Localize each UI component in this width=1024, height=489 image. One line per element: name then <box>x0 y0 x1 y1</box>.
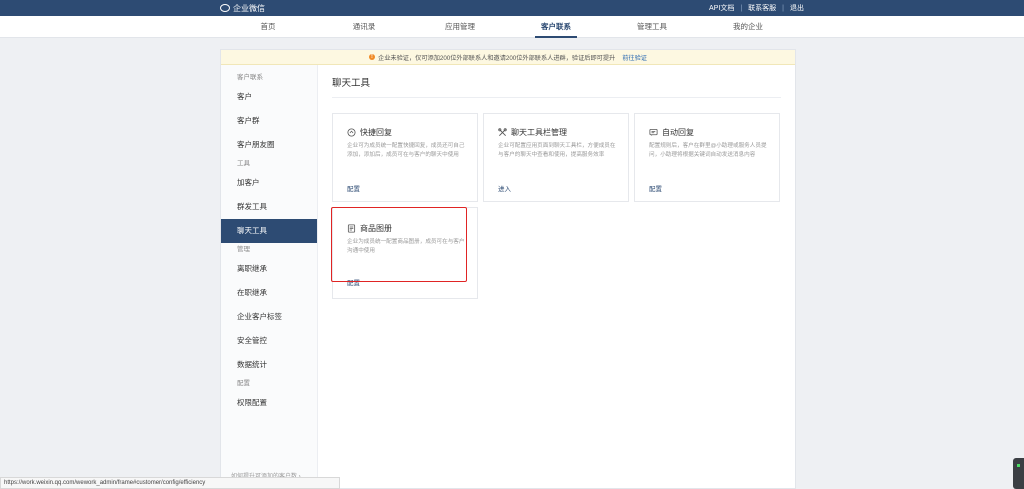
wecom-logo-icon <box>220 4 230 12</box>
sidebar-group-manage: 管理 <box>237 246 250 253</box>
tab-app-management[interactable]: 应用管理 <box>412 16 508 38</box>
tab-my-enterprise[interactable]: 我的企业 <box>700 16 796 38</box>
card-quick-reply[interactable]: 快捷回复 企业可为成员统一配置快捷回复，成员还可自己添加，添加后，成员可在与客户… <box>332 113 478 202</box>
api-docs-link[interactable]: API文档 <box>709 3 734 13</box>
sidebar-group-customer: 客户联系 <box>237 74 263 81</box>
sidebar-item-moments[interactable]: 客户朋友圈 <box>221 133 317 157</box>
sidebar-item-customers[interactable]: 客户 <box>221 85 317 109</box>
warning-icon: ! <box>369 54 376 60</box>
sidebar-item-resigned-transfer[interactable]: 离职继承 <box>221 257 317 281</box>
tools-icon <box>498 128 507 136</box>
tab-customer-contact[interactable]: 客户联系 <box>508 16 604 38</box>
card-title: 聊天工具栏管理 <box>511 128 567 137</box>
card-title: 快捷回复 <box>360 128 392 137</box>
sidebar: 客户联系 客户 客户群 客户朋友圈 工具 加客户 群发工具 聊天工具 管理 离职… <box>221 65 318 489</box>
browser-status-bar: https://work.weixin.qq.com/wework_admin/… <box>0 477 340 489</box>
divider: | <box>782 4 784 12</box>
divider: | <box>740 4 743 12</box>
catalog-icon <box>347 224 356 233</box>
divider <box>332 97 781 98</box>
enter-link[interactable]: 进入 <box>498 183 511 193</box>
auto-reply-icon <box>649 128 658 136</box>
sidebar-group-tools: 工具 <box>237 160 250 167</box>
sidebar-item-mass-send[interactable]: 群发工具 <box>221 195 317 219</box>
card-title: 自动回复 <box>662 128 694 137</box>
logout-link[interactable]: 退出 <box>790 3 804 13</box>
top-links: API文档 | 联系客服 | 退出 <box>709 3 804 13</box>
card-auto-reply[interactable]: 自动回复 配置规则后，客户在群里@小助理或服务人员提问，小助理将根据关键词自动发… <box>634 113 780 202</box>
content-panel: ! 企业未验证，仅可添加200位外部联系人和邀请200位外部联系人进群，验证后即… <box>220 49 796 489</box>
sidebar-group-config: 配置 <box>237 380 250 387</box>
sidebar-item-permissions[interactable]: 权限配置 <box>221 391 317 415</box>
card-title: 商品图册 <box>360 224 392 233</box>
verification-notice: ! 企业未验证，仅可添加200位外部联系人和邀请200位外部联系人进群，验证后即… <box>221 50 795 65</box>
card-description: 企业可配置应用页面到聊天工具栏，方便成员在与客户的聊天中查看和使用，提高服务效率 <box>498 143 616 158</box>
go-verify-link[interactable]: 前往验证 <box>622 53 647 62</box>
contact-support-link[interactable]: 联系客服 <box>748 3 776 13</box>
main-area: 聊天工具 快捷回复 企业可为成员统一配置快捷回复，成员还可自己添加，添加后，成员… <box>318 65 795 489</box>
sidebar-item-customer-tags[interactable]: 企业客户标签 <box>221 305 317 329</box>
card-product-catalog[interactable]: 商品图册 企业为成员统一配置商品图册，成员可在与客户沟通中使用 配置 <box>332 207 478 299</box>
page-title: 聊天工具 <box>332 78 371 89</box>
card-description: 企业可为成员统一配置快捷回复，成员还可自己添加，添加后，成员可在与客户的聊天中使… <box>347 143 465 158</box>
configure-link[interactable]: 配置 <box>347 183 360 193</box>
tab-home[interactable]: 首页 <box>220 16 316 38</box>
top-bar: 企业微信 API文档 | 联系客服 | 退出 <box>0 0 1024 16</box>
sidebar-item-security[interactable]: 安全管控 <box>221 329 317 353</box>
sidebar-item-onjob-transfer[interactable]: 在职继承 <box>221 281 317 305</box>
card-description: 企业为成员统一配置商品图册，成员可在与客户沟通中使用 <box>347 239 465 254</box>
tab-contacts[interactable]: 通讯录 <box>316 16 412 38</box>
main-nav: 首页 通讯录 应用管理 客户联系 管理工具 我的企业 <box>0 16 1024 38</box>
sidebar-item-add-customer[interactable]: 加客户 <box>221 171 317 195</box>
card-description: 配置规则后，客户在群里@小助理或服务人员提问，小助理将根据关键词自动发送消息内容 <box>649 143 767 158</box>
logo-text: 企业微信 <box>233 3 265 13</box>
sidebar-item-customer-groups[interactable]: 客户群 <box>221 109 317 133</box>
chat-bubble-icon <box>347 128 356 137</box>
logo[interactable]: 企业微信 <box>220 3 265 14</box>
sidebar-item-statistics[interactable]: 数据统计 <box>221 353 317 377</box>
card-chat-toolbar[interactable]: 聊天工具栏管理 企业可配置应用页面到聊天工具栏，方便成员在与客户的聊天中查看和使… <box>483 113 629 202</box>
floating-widget-icon[interactable] <box>1013 458 1024 489</box>
tab-management-tools[interactable]: 管理工具 <box>604 16 700 38</box>
notice-text: 企业未验证，仅可添加200位外部联系人和邀请200位外部联系人进群，验证后即可提… <box>378 54 616 62</box>
sidebar-item-chat-tools[interactable]: 聊天工具 <box>221 219 317 243</box>
configure-link[interactable]: 配置 <box>649 183 662 193</box>
configure-link[interactable]: 配置 <box>347 277 360 287</box>
